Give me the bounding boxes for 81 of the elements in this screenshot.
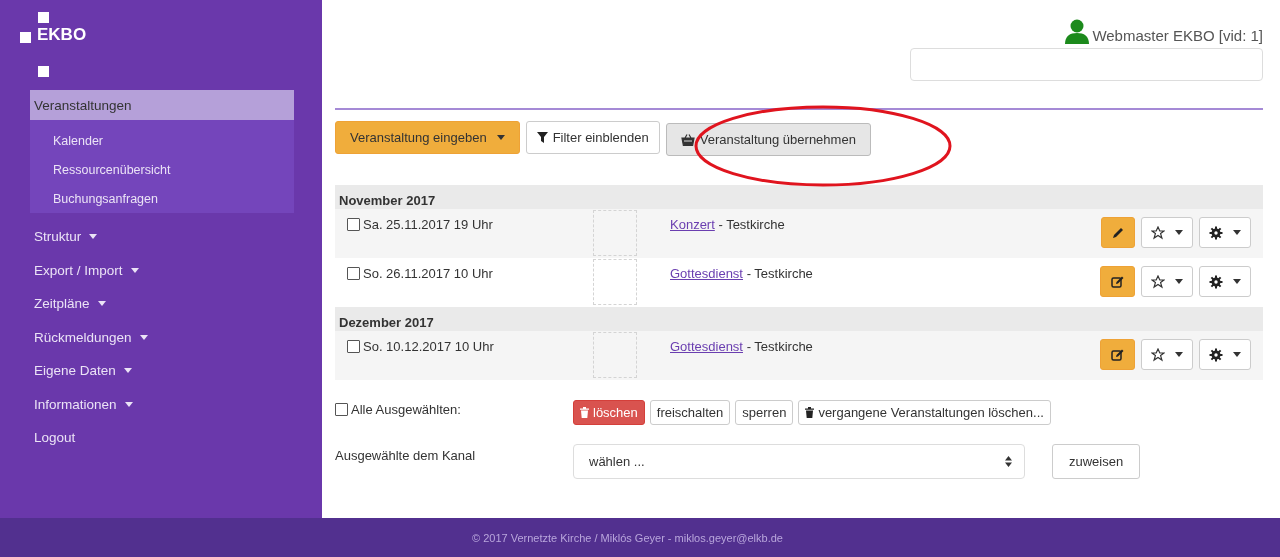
star-icon (1151, 225, 1165, 240)
caret-icon (97, 301, 106, 307)
settings-button[interactable] (1199, 266, 1251, 297)
sidebar-item[interactable]: Logout (30, 421, 294, 455)
event-place: - Testkirche (746, 266, 813, 281)
checkbox[interactable] (347, 218, 360, 231)
logo[interactable]: EKBO (18, 12, 294, 90)
settings-button[interactable] (1199, 217, 1251, 248)
event-date: Sa. 25.11.2017 19 Uhr (363, 217, 493, 232)
favorite-button[interactable] (1141, 266, 1193, 297)
settings-icon (1209, 347, 1223, 362)
settings-button[interactable] (1199, 339, 1251, 370)
star-icon (1151, 274, 1165, 289)
select-arrows-icon (1005, 456, 1012, 467)
bulk-action-button[interactable]: löschen (573, 400, 645, 425)
image-placeholder (593, 332, 637, 378)
checkbox[interactable] (335, 403, 348, 416)
select-all-label: Alle Ausgewählten: (351, 402, 461, 417)
channel-label: Ausgewählte dem Kanal (335, 447, 477, 463)
caret-icon (1175, 279, 1183, 284)
event-place: - Testkirche (718, 217, 785, 232)
caret-icon (130, 267, 139, 273)
event-link[interactable]: Gottesdienst (670, 339, 743, 354)
event-link[interactable]: Konzert (670, 217, 715, 232)
edit-button[interactable] (1100, 266, 1135, 297)
checkbox[interactable] (347, 267, 360, 280)
star-icon (1151, 347, 1165, 362)
month-header: Dezember 2017 (335, 307, 1263, 331)
toolbar-button[interactable]: Filter einblenden (525, 121, 660, 154)
caret-icon (139, 334, 148, 340)
image-placeholder (593, 210, 637, 256)
caret-icon (1175, 352, 1183, 357)
channel-select[interactable]: wählen ... (573, 444, 1025, 479)
caret-icon (89, 234, 98, 240)
bulk-action-button[interactable]: vergangene Veranstaltungen löschen... (798, 400, 1051, 425)
toolbar-button[interactable]: Veranstaltung eingeben (335, 121, 520, 154)
sidebar-subitem[interactable]: Ressourcenübersicht (53, 155, 171, 184)
caret-icon (1175, 230, 1183, 235)
edit-button[interactable] (1100, 339, 1135, 370)
edit-icon (1111, 275, 1124, 288)
trash-icon (580, 407, 589, 418)
caret-icon (124, 401, 133, 407)
search-field[interactable] (910, 48, 1263, 81)
sidebar-item[interactable]: Rückmeldungen (30, 320, 294, 354)
image-placeholder (593, 259, 637, 305)
bulk-action-button[interactable]: freischalten (649, 400, 731, 425)
checkbox[interactable] (347, 340, 360, 353)
sidebar-item[interactable]: Informationen (30, 387, 294, 421)
edit-button[interactable] (1101, 217, 1135, 248)
filter-icon (536, 132, 548, 143)
sidebar-item[interactable]: Veranstaltungen (30, 90, 294, 120)
settings-icon (1209, 274, 1223, 289)
bulk-action-button[interactable]: sperren (735, 400, 794, 425)
month-header: November 2017 (335, 185, 1263, 209)
caret-icon (1233, 352, 1241, 357)
settings-icon (1209, 225, 1223, 240)
favorite-button[interactable] (1141, 217, 1193, 248)
event-date: So. 10.12.2017 10 Uhr (363, 339, 494, 354)
basket-icon (680, 133, 695, 146)
caret-icon (123, 368, 132, 374)
assign-button[interactable]: zuweisen (1052, 444, 1141, 479)
pencil-icon (1112, 226, 1124, 239)
favorite-button[interactable] (1141, 339, 1193, 370)
toolbar-button[interactable]: Veranstaltung übernehmen (665, 123, 871, 156)
trash-icon (805, 407, 815, 418)
sidebar-item[interactable]: Struktur (30, 220, 294, 254)
sidebar-item[interactable]: Zeitpläne (30, 287, 294, 321)
footer-text: © 2017 Vernetzte Kirche / Miklós Geyer - miklos.geyer@elkb.de (472, 531, 783, 544)
sidebar-item[interactable]: Export / Import (30, 253, 294, 287)
event-date: So. 26.11.2017 10 Uhr (363, 266, 493, 281)
sidebar-subitem[interactable]: Buchungsanfragen (53, 184, 158, 213)
caret-icon (496, 135, 505, 140)
user-name: Webmaster EKBO [vid: 1] (1092, 27, 1263, 44)
user-icon (1064, 18, 1091, 44)
event-link[interactable]: Gottesdienst (670, 266, 743, 281)
edit-icon (1111, 348, 1124, 361)
caret-icon (1233, 279, 1241, 284)
sidebar-subitem[interactable]: Kalender (53, 126, 104, 155)
caret-icon (1233, 230, 1241, 235)
event-place: - Testkirche (746, 339, 813, 354)
sidebar-item[interactable]: Eigene Daten (30, 354, 294, 388)
